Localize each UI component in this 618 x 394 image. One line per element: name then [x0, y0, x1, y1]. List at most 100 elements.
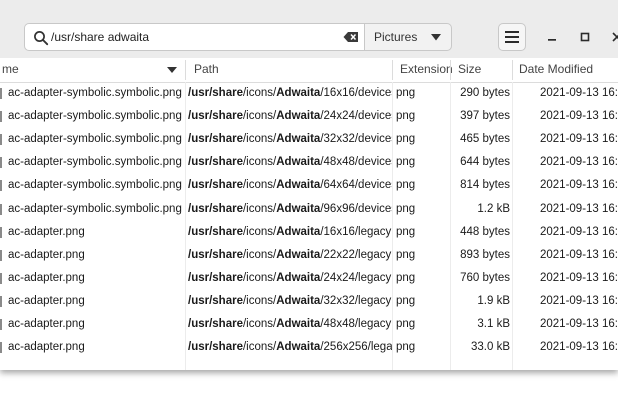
file-extension: png: [396, 87, 416, 99]
column-header-path[interactable]: Path: [194, 58, 219, 82]
column-header-extension[interactable]: Extension: [400, 58, 453, 82]
file-name: ac-adapter.png: [8, 294, 85, 307]
file-path: /usr/share/icons/Adwaita/16x16/legacy: [188, 221, 392, 244]
table-row[interactable]: ac-adapter.png /usr/share/icons/Adwaita/…: [0, 221, 618, 244]
path-match-adwaita: Adwaita: [276, 248, 321, 261]
path-match-adwaita: Adwaita: [276, 202, 321, 215]
table-row[interactable]: ac-adapter.png /usr/share/icons/Adwaita/…: [0, 244, 618, 267]
path-segment: /256x256/legacy: [320, 341, 392, 354]
path-match-adwaita: Adwaita: [276, 110, 321, 123]
maximize-icon[interactable]: [578, 30, 592, 44]
file-date-modified: 2021-09-13 16:32: [540, 341, 618, 354]
column-header-size[interactable]: Size: [458, 58, 481, 82]
column-separator[interactable]: [392, 60, 393, 80]
file-date-modified: 2021-09-13 16:33: [540, 156, 618, 169]
path-segment: /icons/: [242, 294, 277, 307]
search-window: Pictures me Path: [0, 0, 618, 370]
file-path: /usr/share/icons/Adwaita/96x96/devices: [188, 198, 392, 221]
path-segment: /icons/: [242, 248, 277, 261]
file-extension: png: [396, 318, 416, 330]
path-segment: /icons/: [242, 110, 277, 123]
path-match-usr-share: /usr/share: [188, 294, 243, 307]
file-name: ac-adapter.png: [8, 318, 85, 330]
file-icon: [0, 134, 2, 146]
table-row[interactable]: ac-adapter.png /usr/share/icons/Adwaita/…: [0, 313, 618, 336]
file-extension: png: [396, 202, 416, 215]
column-separator[interactable]: [512, 60, 513, 80]
file-name: ac-adapter.png: [8, 225, 85, 238]
path-match-adwaita: Adwaita: [276, 133, 321, 146]
file-name: ac-adapter-symbolic.symbolic.png: [8, 202, 182, 215]
table-row[interactable]: ac-adapter-symbolic.symbolic.png /usr/sh…: [0, 151, 618, 174]
path-match-adwaita: Adwaita: [276, 294, 321, 307]
path-segment: /icons/: [242, 341, 277, 354]
path-match-usr-share: /usr/share: [188, 133, 243, 146]
close-icon[interactable]: [610, 30, 618, 44]
menu-button[interactable]: [498, 23, 526, 51]
path-match-adwaita: Adwaita: [276, 225, 321, 238]
file-name: ac-adapter-symbolic.symbolic.png: [8, 156, 182, 169]
location-dropdown[interactable]: Pictures: [364, 23, 452, 51]
table-row[interactable]: ac-adapter-symbolic.symbolic.png /usr/sh…: [0, 128, 618, 151]
column-header-name[interactable]: me: [2, 58, 19, 82]
file-extension: png: [396, 271, 416, 284]
table-row[interactable]: ac-adapter-symbolic.symbolic.png /usr/sh…: [0, 174, 618, 197]
path-segment: /16x16/devices: [320, 87, 392, 99]
file-date-modified: 2021-09-13 16:32: [540, 271, 618, 284]
file-extension: png: [396, 133, 416, 146]
file-name: ac-adapter-symbolic.symbolic.png: [8, 87, 182, 99]
file-name: ac-adapter-symbolic.symbolic.png: [8, 110, 182, 123]
path-match-usr-share: /usr/share: [188, 318, 243, 330]
path-segment: /icons/: [242, 87, 277, 99]
file-extension: png: [396, 341, 416, 354]
column-separator[interactable]: [450, 60, 451, 80]
file-size: 1.9 kB: [477, 294, 510, 307]
location-label: Pictures: [374, 30, 418, 44]
file-icon: [0, 249, 2, 261]
file-size: 397 bytes: [460, 110, 510, 123]
file-size: 290 bytes: [460, 87, 510, 99]
path-match-usr-share: /usr/share: [188, 110, 243, 123]
file-extension: png: [396, 110, 416, 123]
path-segment: /16x16/legacy: [320, 225, 392, 238]
clear-text-icon[interactable]: [343, 31, 359, 43]
file-date-modified: 2021-09-13 16:33: [540, 133, 618, 146]
file-icon: [0, 203, 2, 215]
path-segment: /32x32/legacy: [320, 294, 392, 307]
file-size: 3.1 kB: [477, 318, 510, 330]
file-date-modified: 2021-09-13 16:32: [540, 225, 618, 238]
file-date-modified: 2021-09-13 16:32: [540, 318, 618, 330]
table-row[interactable]: ac-adapter-symbolic.symbolic.png /usr/sh…: [0, 105, 618, 128]
file-path: /usr/share/icons/Adwaita/32x32/legacy: [188, 290, 392, 313]
file-path: /usr/share/icons/Adwaita/24x24/legacy: [188, 267, 392, 290]
file-icon: [0, 180, 2, 192]
path-match-adwaita: Adwaita: [276, 156, 321, 169]
path-segment: /icons/: [242, 202, 277, 215]
file-path: /usr/share/icons/Adwaita/24x24/devices: [188, 105, 392, 128]
path-segment: /icons/: [242, 225, 277, 238]
file-icon: [0, 88, 2, 99]
table-row[interactable]: ac-adapter-symbolic.symbolic.png /usr/sh…: [0, 198, 618, 221]
header-bar: Pictures: [0, 0, 618, 59]
file-path: /usr/share/icons/Adwaita/16x16/devices: [188, 82, 392, 105]
path-segment: /48x48/legacy: [320, 318, 392, 330]
search-box[interactable]: [24, 23, 364, 51]
file-date-modified: 2021-09-13 16:33: [540, 202, 618, 215]
column-separator[interactable]: [185, 60, 186, 80]
file-size: 465 bytes: [460, 133, 510, 146]
path-match-usr-share: /usr/share: [188, 341, 243, 354]
file-path: /usr/share/icons/Adwaita/48x48/devices: [188, 151, 392, 174]
file-path: /usr/share/icons/Adwaita/256x256/legacy: [188, 336, 392, 359]
sort-descending-icon: [167, 67, 177, 73]
table-row[interactable]: ac-adapter-symbolic.symbolic.png /usr/sh…: [0, 82, 618, 105]
file-date-modified: 2021-09-13 16:33: [540, 87, 618, 99]
table-row[interactable]: ac-adapter.png /usr/share/icons/Adwaita/…: [0, 267, 618, 290]
path-match-usr-share: /usr/share: [188, 271, 243, 284]
table-row[interactable]: ac-adapter.png /usr/share/icons/Adwaita/…: [0, 336, 618, 359]
path-match-usr-share: /usr/share: [188, 202, 243, 215]
minimize-icon[interactable]: [545, 30, 559, 44]
table-row[interactable]: ac-adapter.png /usr/share/icons/Adwaita/…: [0, 290, 618, 313]
search-input[interactable]: [51, 24, 331, 50]
file-size: 448 bytes: [460, 225, 510, 238]
column-header-date-modified[interactable]: Date Modified: [519, 58, 593, 82]
